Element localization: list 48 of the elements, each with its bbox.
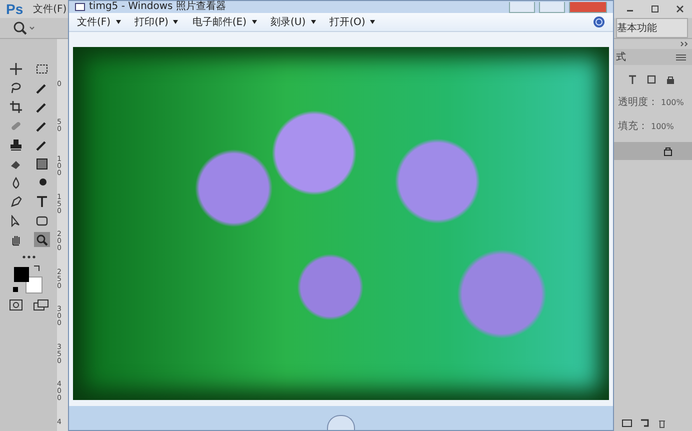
folder-icon[interactable] xyxy=(622,419,632,427)
workspace-dropdown[interactable]: 基本功能 xyxy=(616,18,688,38)
layer-row[interactable] xyxy=(614,142,692,160)
menu-label: 打开(O) xyxy=(330,16,366,29)
menu-item[interactable]: 刻录(U) xyxy=(270,15,316,29)
help-icon[interactable] xyxy=(593,16,605,28)
shape-filter-icon[interactable] xyxy=(647,75,656,84)
app-icon xyxy=(75,3,85,11)
menu-label: 打印(P) xyxy=(134,16,168,29)
caret-icon xyxy=(370,20,376,24)
close-button[interactable] xyxy=(569,2,607,12)
zoom-tool-icon[interactable] xyxy=(34,232,50,247)
crop-tool-icon[interactable] xyxy=(8,99,24,114)
window-title: timg5 - Windows 照片查看器 xyxy=(89,1,226,13)
opacity-value[interactable]: 100% xyxy=(661,98,684,106)
color-swatches-icon[interactable] xyxy=(12,265,46,295)
new-layer-icon[interactable] xyxy=(640,419,650,427)
menu-item[interactable]: 打印(P) xyxy=(134,15,178,29)
caret-icon xyxy=(252,20,257,24)
caret-icon xyxy=(173,20,178,24)
caret-icon xyxy=(310,20,316,24)
lock-icon xyxy=(664,146,672,156)
panel-tab[interactable]: 式 xyxy=(616,50,626,64)
lock-filter-icon[interactable] xyxy=(666,75,675,84)
trash-icon[interactable] xyxy=(658,419,666,428)
slideshow-button[interactable] xyxy=(327,415,355,430)
gradient-tool-icon[interactable] xyxy=(34,156,50,171)
move-tool-icon[interactable] xyxy=(8,61,24,76)
menu-label: 刻录(U) xyxy=(270,16,306,29)
quick-mask-icon[interactable] xyxy=(8,299,22,311)
menu-label: 电子邮件(E) xyxy=(192,16,247,29)
caret-icon xyxy=(116,20,121,24)
menu-label: 文件(F) xyxy=(77,16,111,29)
screen-mode-icon[interactable] xyxy=(32,299,48,311)
fill-value[interactable]: 100% xyxy=(651,122,674,130)
maximize-icon xyxy=(651,5,659,13)
menu-item[interactable]: 电子邮件(E) xyxy=(192,15,257,29)
menu-item[interactable]: 打开(O) xyxy=(330,15,376,29)
panel-menu-icon[interactable] xyxy=(676,54,686,60)
close-icon xyxy=(676,5,684,13)
type-filter-icon[interactable] xyxy=(628,75,637,84)
stamp-tool-icon[interactable] xyxy=(8,137,24,152)
more-tools-icon[interactable] xyxy=(22,255,36,259)
opacity-label: 透明度： xyxy=(618,96,658,109)
zoom-tool-icon[interactable] xyxy=(12,20,36,36)
fill-label: 填充： xyxy=(618,120,648,133)
menu-item[interactable]: 文件(F) xyxy=(29,2,71,16)
menu-item[interactable]: 文件(F) xyxy=(77,15,121,29)
